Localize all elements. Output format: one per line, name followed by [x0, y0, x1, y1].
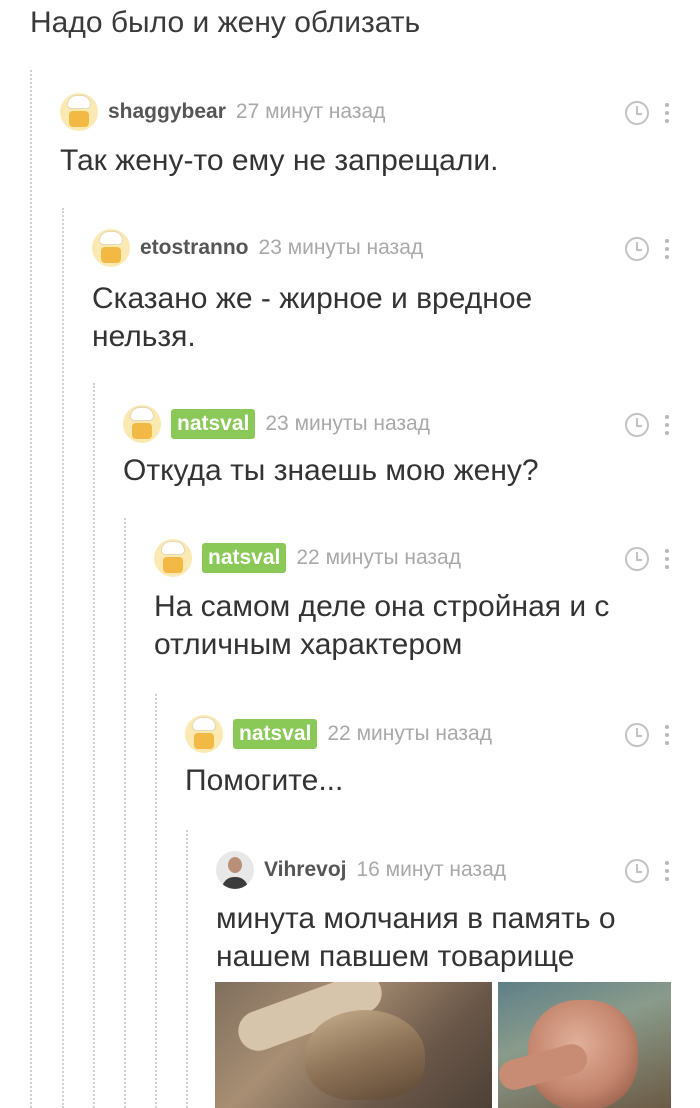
username[interactable]: shaggybear [108, 100, 226, 124]
clock-icon[interactable] [625, 237, 649, 261]
attached-image[interactable] [215, 982, 671, 1108]
timestamp[interactable]: 22 минуты назад [327, 722, 492, 746]
comment-header: natsval 22 минуты назад [154, 538, 461, 578]
comment-header: natsval 22 минуты назад [185, 714, 492, 754]
comment: natsval 23 минуты назад Откуда ты знаешь… [123, 404, 700, 504]
comment-text: минута молчания в память о нашем павшем … [216, 900, 616, 976]
comment-header: Vihrevoj 16 минут назад [216, 850, 506, 890]
comment-line: отличным характером [154, 628, 463, 661]
comment: shaggybear 27 минут назад Так жену-то ем… [60, 92, 700, 192]
comment-line: Так жену-то ему не запрещали. [60, 144, 499, 177]
clock-icon[interactable] [625, 859, 649, 883]
comment-header: natsval 23 минуты назад [123, 404, 430, 444]
more-vertical-icon[interactable] [664, 413, 670, 437]
comment-line: На самом деле она стройная и с [154, 590, 610, 623]
thread-line [186, 830, 188, 1108]
cat-head [305, 1010, 425, 1100]
comment-text: Откуда ты знаешь мою жену? [123, 452, 539, 490]
comment-line: нельзя. [92, 320, 196, 353]
timestamp[interactable]: 22 минуты назад [296, 546, 461, 570]
parent-comment-text: Надо было и жену облизать [30, 6, 421, 39]
comment-text: Так жену-то ему не запрещали. [60, 142, 498, 180]
comment-line: Откуда ты знаешь мою жену? [123, 454, 539, 487]
clock-icon[interactable] [625, 723, 649, 747]
clock-icon[interactable] [625, 101, 649, 125]
timestamp[interactable]: 23 минуты назад [265, 412, 430, 436]
thread-line [93, 383, 95, 1108]
more-vertical-icon[interactable] [664, 859, 670, 883]
comment-text: Сказано же - жирное и вредное нельзя. [92, 280, 532, 356]
thread-line [62, 208, 64, 1108]
timestamp[interactable]: 16 минут назад [356, 858, 506, 882]
comment: etostranno 23 минуты назад Сказано же - … [92, 228, 700, 368]
comment-text: На самом деле она стройная и с отличным … [154, 588, 609, 664]
username-badge[interactable]: natsval [233, 719, 318, 749]
username[interactable]: etostranno [140, 236, 249, 260]
username-badge[interactable]: natsval [171, 409, 256, 439]
comment-text: Помогите... [185, 762, 343, 800]
timestamp[interactable]: 23 минуты назад [259, 236, 424, 260]
clock-icon[interactable] [625, 413, 649, 437]
user-photo-avatar[interactable] [216, 851, 254, 889]
comment: natsval 22 минуты назад На самом деле он… [154, 538, 700, 678]
comment-header: shaggybear 27 минут назад [60, 92, 385, 132]
comment-header: etostranno 23 минуты назад [92, 228, 423, 268]
more-vertical-icon[interactable] [664, 237, 670, 261]
thread-line [155, 694, 157, 1108]
comment-line: Помогите... [185, 764, 344, 797]
chef-avatar-icon[interactable] [92, 229, 130, 267]
thread-line [30, 70, 32, 1108]
comment-line: минута молчания в память о [216, 902, 616, 935]
comment: natsval 22 минуты назад Помогите... [185, 714, 700, 814]
chef-avatar-icon[interactable] [123, 405, 161, 443]
chef-avatar-icon[interactable] [60, 93, 98, 131]
username-badge[interactable]: natsval [202, 543, 287, 573]
more-vertical-icon[interactable] [664, 547, 670, 571]
timestamp[interactable]: 27 минут назад [236, 100, 386, 124]
thread-line [124, 518, 126, 1108]
chef-avatar-icon[interactable] [185, 715, 223, 753]
chef-avatar-icon[interactable] [154, 539, 192, 577]
clock-icon[interactable] [625, 547, 649, 571]
man-photo [495, 982, 671, 1108]
cat-photo [215, 982, 492, 1108]
more-vertical-icon[interactable] [664, 101, 670, 125]
username[interactable]: Vihrevoj [264, 858, 346, 882]
more-vertical-icon[interactable] [664, 723, 670, 747]
comment-line: Сказано же - жирное и вредное [92, 282, 533, 315]
comment-line: нашем павшем товарище [216, 940, 575, 973]
